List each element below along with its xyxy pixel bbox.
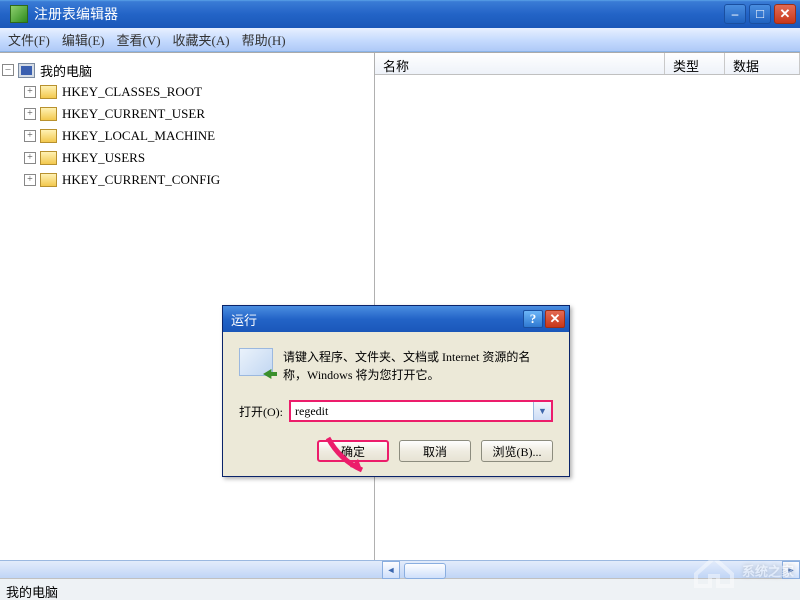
window-title: 注册表编辑器 [34,4,724,24]
list-header: 名称 类型 数据 [375,53,800,75]
folder-icon [40,129,57,143]
cancel-button[interactable]: 取消 [399,440,471,462]
run-icon [239,348,273,376]
folder-icon [40,85,57,99]
close-button[interactable]: ✕ [774,4,796,24]
tree-root-label: 我的电脑 [40,61,92,80]
tree-root[interactable]: – 我的电脑 [2,59,372,81]
open-input[interactable] [291,402,533,420]
tree-item-label: HKEY_USERS [62,150,145,166]
open-label: 打开(O): [239,403,283,420]
menu-view[interactable]: 查看(V) [117,30,161,49]
horizontal-scrollbar[interactable]: ◄ ► [0,560,800,578]
minimize-button[interactable]: – [724,4,746,24]
column-data[interactable]: 数据 [725,53,800,74]
expand-icon[interactable]: + [24,174,36,186]
tree-item-label: HKEY_LOCAL_MACHINE [62,128,215,144]
folder-icon [40,151,57,165]
menu-edit[interactable]: 编辑(E) [62,30,105,49]
collapse-icon[interactable]: – [2,64,14,76]
maximize-button[interactable]: □ [749,4,771,24]
column-name[interactable]: 名称 [375,53,665,74]
expand-icon[interactable]: + [24,152,36,164]
run-dialog-title: 运行 [227,310,521,329]
run-dialog-description: 请键入程序、文件夹、文档或 Internet 资源的名称，Windows 将为您… [283,348,553,384]
menu-file[interactable]: 文件(F) [8,30,50,49]
tree-item-local-machine[interactable]: + HKEY_LOCAL_MACHINE [2,125,372,147]
menu-favorites[interactable]: 收藏夹(A) [173,30,230,49]
watermark: 系统之家 [692,550,794,590]
run-dialog-titlebar: 运行 ? ✕ [223,306,569,332]
tree-item-label: HKEY_CURRENT_USER [62,106,205,122]
computer-icon [18,63,35,78]
tree-item-users[interactable]: + HKEY_USERS [2,147,372,169]
help-button[interactable]: ? [523,310,543,328]
tree-item-classes-root[interactable]: + HKEY_CLASSES_ROOT [2,81,372,103]
menu-bar: 文件(F) 编辑(E) 查看(V) 收藏夹(A) 帮助(H) [0,28,800,52]
tree-item-label: HKEY_CURRENT_CONFIG [62,172,220,188]
tree-item-label: HKEY_CLASSES_ROOT [62,84,202,100]
regedit-app-icon [10,5,28,23]
run-dialog: 运行 ? ✕ 请键入程序、文件夹、文档或 Internet 资源的名称，Wind… [222,305,570,477]
browse-button[interactable]: 浏览(B)... [481,440,553,462]
folder-icon [40,173,57,187]
status-text: 我的电脑 [6,585,58,600]
watermark-logo-icon [692,550,736,590]
folder-icon [40,107,57,121]
menu-help[interactable]: 帮助(H) [242,30,286,49]
open-combobox[interactable]: ▼ [289,400,553,422]
expand-icon[interactable]: + [24,130,36,142]
column-type[interactable]: 类型 [665,53,725,74]
tree-item-current-user[interactable]: + HKEY_CURRENT_USER [2,103,372,125]
expand-icon[interactable]: + [24,108,36,120]
ok-button[interactable]: 确定 [317,440,389,462]
dialog-close-button[interactable]: ✕ [545,310,565,328]
status-bar: 我的电脑 [0,578,800,600]
window-titlebar: 注册表编辑器 – □ ✕ [0,0,800,28]
scroll-left-icon[interactable]: ◄ [382,561,400,579]
tree-item-current-config[interactable]: + HKEY_CURRENT_CONFIG [2,169,372,191]
expand-icon[interactable]: + [24,86,36,98]
watermark-text: 系统之家 [742,561,794,580]
dropdown-icon[interactable]: ▼ [533,402,551,420]
